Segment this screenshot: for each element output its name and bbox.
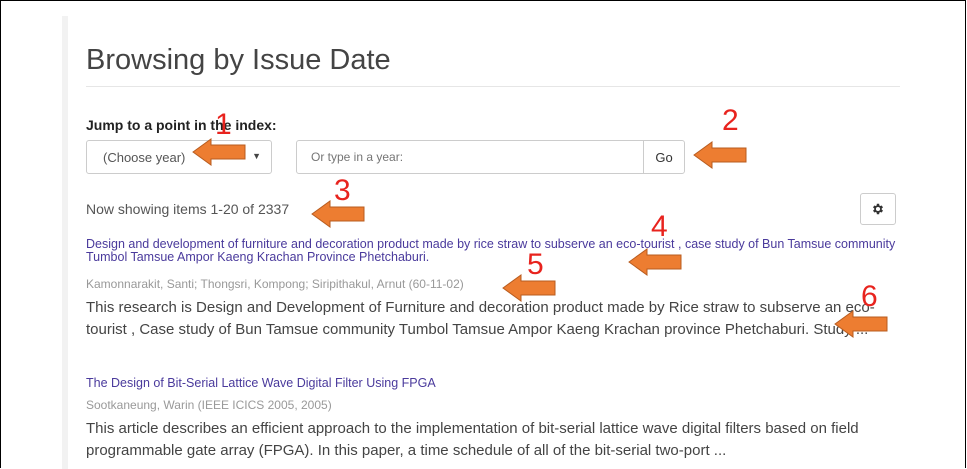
title-divider [86, 86, 900, 87]
page-title: Browsing by Issue Date [86, 44, 391, 76]
annotation-number: 2 [722, 104, 739, 137]
list-item: The Design of Bit-Serial Lattice Wave Di… [86, 377, 906, 462]
showing-count: Now showing items 1-20 of 2337 [86, 201, 290, 217]
annotation-number: 1 [215, 108, 232, 141]
item-abstract: This article describes an efficient appr… [86, 420, 859, 459]
item-title-link[interactable]: Design and development of furniture and … [86, 238, 906, 264]
year-select-value: (Choose year) [103, 149, 186, 165]
item-authors: Kamonnarakit, Santi; Thongsri, Kompong; … [86, 277, 464, 291]
item-abstract: This research is Design and Development … [86, 299, 875, 338]
annotation-number: 6 [861, 280, 878, 313]
item-authors: Sootkaneung, Warin (IEEE ICICS 2005, 200… [86, 398, 332, 412]
year-select[interactable]: (Choose year) ▼ [86, 140, 272, 174]
item-title-link[interactable]: The Design of Bit-Serial Lattice Wave Di… [86, 377, 906, 390]
jump-label: Jump to a point in the index: [86, 117, 277, 133]
caret-down-icon: ▼ [252, 151, 261, 161]
settings-button[interactable] [860, 193, 896, 225]
left-rail [62, 16, 68, 469]
gear-icon [873, 203, 883, 215]
annotation-number: 4 [651, 210, 668, 243]
annotation-number: 3 [334, 174, 351, 207]
year-input[interactable] [296, 140, 644, 174]
list-item: Design and development of furniture and … [86, 238, 906, 341]
go-button[interactable]: Go [643, 140, 685, 174]
annotation-number: 5 [527, 248, 544, 281]
